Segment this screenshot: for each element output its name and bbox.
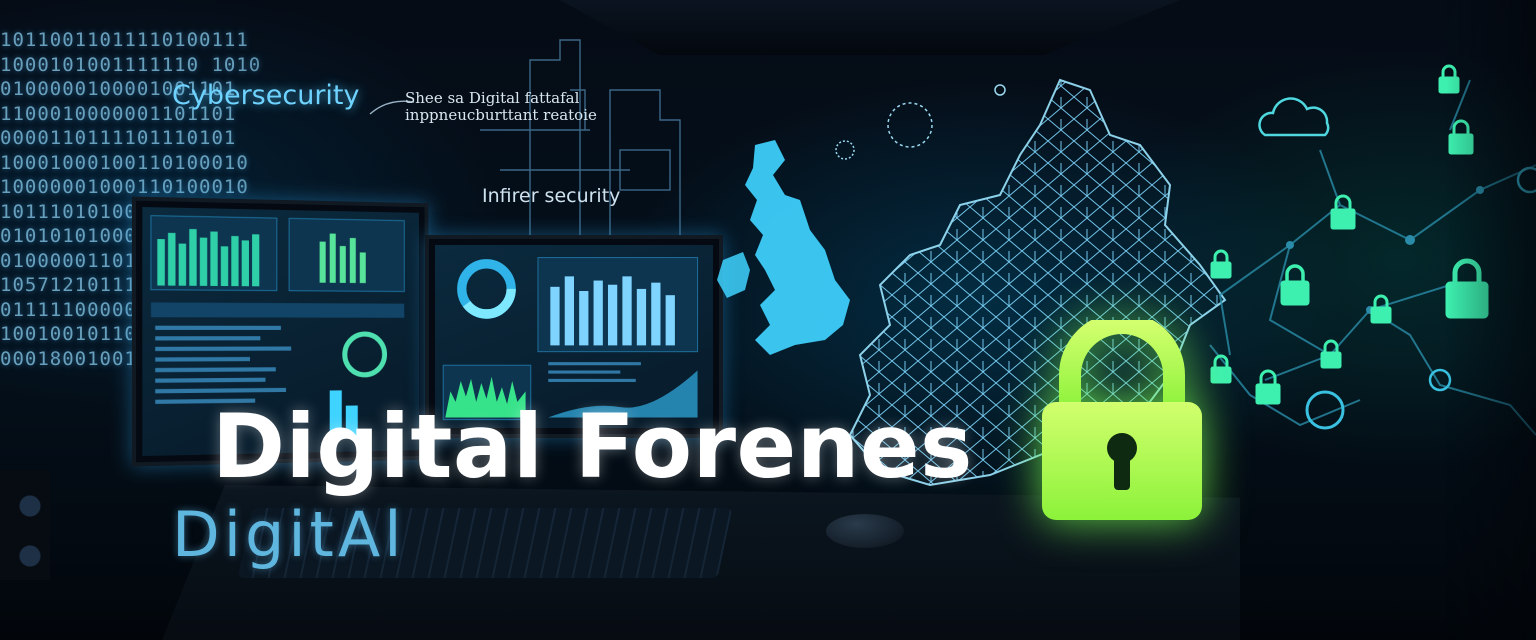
circuit-schematic bbox=[460, 30, 720, 260]
padlock-icon bbox=[1040, 320, 1205, 525]
binary-line: 10110011011110100111 bbox=[0, 28, 430, 53]
annotation-label: Shee sa Digital fattafal inppneucburttan… bbox=[405, 90, 597, 124]
annotation-line-2: inppneucburttant reatoie bbox=[405, 107, 597, 124]
edge-vignette bbox=[1446, 0, 1536, 640]
binary-line: 0000110111101110101 bbox=[0, 126, 430, 151]
annotation-line-1: Shee sa Digital fattafal bbox=[405, 90, 597, 107]
cybersecurity-label: Cybersecurity bbox=[172, 80, 359, 111]
binary-line: 10000001000110100010 bbox=[0, 175, 430, 200]
infra-security-label: Infirer security bbox=[482, 185, 620, 207]
cyber-scene: 10110011011110100111 1000101001111110 101… bbox=[0, 0, 1536, 640]
speaker bbox=[0, 470, 50, 580]
binary-line: 10001000100110100010 bbox=[0, 151, 430, 176]
cloud-icon bbox=[1259, 99, 1328, 135]
subheadline: DigitAl bbox=[172, 498, 406, 571]
headline: Digital Forenes bbox=[212, 395, 973, 498]
mouse bbox=[826, 514, 904, 548]
network-spheres bbox=[820, 80, 1040, 180]
binary-line: 1000101001111110 1010 bbox=[0, 53, 430, 78]
